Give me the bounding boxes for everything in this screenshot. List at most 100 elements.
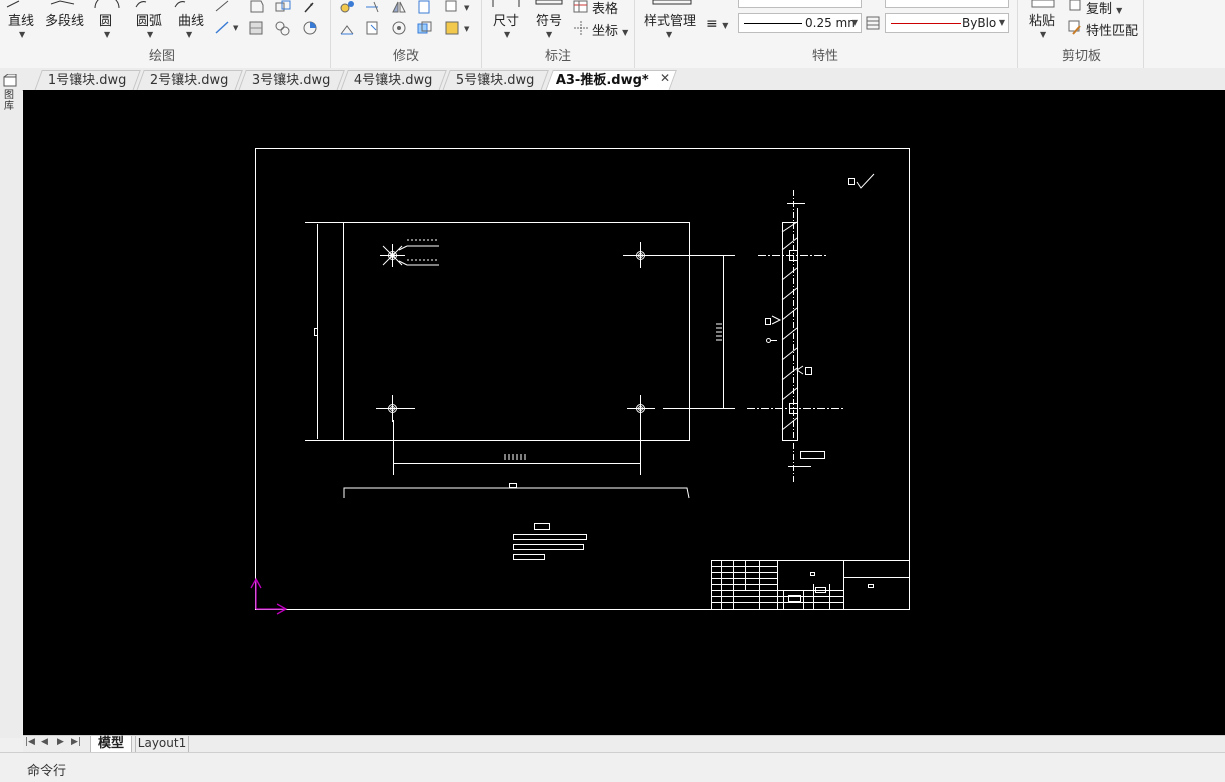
match-properties-button[interactable]: 特性匹配 (1086, 20, 1138, 39)
symbol-dropdown-caret[interactable]: ▼ (546, 30, 552, 39)
offset-icon[interactable] (339, 22, 357, 36)
close-tab-icon[interactable]: ✕ (660, 71, 670, 85)
scale-icon[interactable] (364, 20, 382, 36)
library-icon[interactable] (2, 74, 18, 88)
region-icon[interactable] (274, 0, 292, 14)
dimension-line (343, 487, 690, 499)
document-tab[interactable]: 2号镶块.dwg (136, 70, 243, 91)
tab-model[interactable]: 模型 (90, 736, 132, 753)
line-button[interactable]: 直线 (8, 10, 34, 29)
surface-finish-symbol (765, 315, 812, 375)
linetype-select-top[interactable] (738, 0, 862, 8)
group-separator (481, 0, 482, 68)
first-layout-nav-button[interactable]: |◀ (25, 737, 35, 747)
pick-point-icon[interactable] (301, 0, 317, 14)
dimension-text (504, 454, 526, 460)
library-panel-label[interactable]: 图库 (4, 90, 17, 112)
paste-button[interactable]: 粘贴 (1029, 10, 1055, 29)
command-line-label: 命令行 (27, 764, 67, 779)
curve-button[interactable]: 曲线 (178, 10, 204, 29)
dimension-text (314, 328, 318, 336)
copy-button[interactable]: 复制 ▼ (1086, 0, 1122, 17)
drawing-canvas[interactable] (23, 90, 1225, 735)
document-tab[interactable]: 3号镶块.dwg (238, 70, 345, 91)
hatch-icon[interactable] (248, 20, 266, 36)
dimension-button[interactable]: 尺寸 (493, 10, 519, 29)
coordinate-icon (574, 21, 588, 35)
style-manager-dropdown-caret[interactable]: ▼ (666, 30, 672, 39)
move-icon[interactable] (339, 0, 357, 16)
circle-dropdown-caret[interactable]: ▼ (104, 30, 110, 39)
clipboard-group-label: 剪切板 (1062, 49, 1102, 64)
polyline-icon (50, 0, 75, 5)
color-icon[interactable] (866, 16, 880, 30)
title-block (711, 560, 910, 610)
left-side-panel: 图库 (0, 68, 22, 738)
style-manager-button[interactable]: 样式管理 (644, 10, 696, 29)
arc-dropdown-caret[interactable]: ▼ (147, 30, 153, 39)
group-separator (1143, 0, 1144, 68)
mirror-icon[interactable] (391, 0, 407, 14)
arc-button[interactable]: 圆弧 (136, 10, 162, 29)
color-dropdown-caret: ▼ (998, 18, 1005, 27)
properties-group-label: 特性 (812, 49, 839, 64)
next-layout-nav-button[interactable]: ▶ (57, 737, 64, 747)
arc-icon (135, 1, 147, 8)
copy-icon (1069, 0, 1081, 11)
prev-layout-nav-button[interactable]: ◀ (41, 737, 48, 747)
circle-button[interactable]: 圆 (99, 10, 112, 29)
lineweight-select[interactable]: 0.25 mn ▼ (738, 13, 862, 33)
rectangle-icon[interactable] (248, 0, 266, 14)
modify-group-label: 修改 (393, 49, 420, 64)
coordinate-button[interactable]: 坐标 ▼ (592, 20, 628, 39)
table-button[interactable]: 表格 (592, 0, 618, 17)
rotate-icon[interactable] (391, 20, 409, 36)
document-tab[interactable]: 4号镶块.dwg (340, 70, 447, 91)
command-line-bar[interactable]: 命令行 (0, 752, 1225, 782)
paste-dropdown-caret[interactable]: ▼ (1040, 30, 1046, 39)
circle-icon (94, 0, 120, 8)
array-icon[interactable]: ▼ (444, 0, 474, 14)
wipeout-icon[interactable] (301, 20, 319, 36)
document-tab[interactable]: 1号镶块.dwg (34, 70, 141, 91)
tab-layout1[interactable]: Layout1 (135, 736, 189, 753)
hole-annotation (398, 239, 439, 266)
construction-line-icon[interactable] (214, 0, 232, 12)
color-sample-line (891, 23, 961, 24)
notes-line (513, 544, 584, 550)
notes-title (534, 523, 550, 530)
copy-object-icon[interactable] (416, 20, 434, 36)
ray-icon[interactable]: ▼ (214, 18, 240, 36)
linetype-icon[interactable]: ≡ ▼ (706, 16, 728, 32)
dimension-text (716, 323, 722, 341)
style-manager-icon (652, 0, 692, 5)
symbol-button[interactable]: 符号 (536, 10, 562, 29)
drawing-svg (250, 148, 910, 615)
document-tab-bar: 1号镶块.dwg 2号镶块.dwg 3号镶块.dwg 4号镶块.dwg 5号镶块… (0, 68, 1225, 91)
annotate-group-label: 标注 (545, 49, 572, 64)
last-layout-nav-button[interactable]: ▶| (71, 737, 81, 747)
document-tab[interactable]: 5号镶块.dwg (442, 70, 549, 91)
dimension-text (509, 483, 517, 488)
hole-center-mark (623, 242, 673, 268)
dimension-dropdown-caret[interactable]: ▼ (504, 30, 510, 39)
polyline-button[interactable]: 多段线 (45, 10, 84, 29)
lineweight-value: 0.25 mn (805, 16, 855, 30)
trim-icon[interactable] (364, 0, 382, 14)
sheet-border (255, 148, 910, 610)
stretch-icon[interactable] (416, 0, 434, 14)
boundary-icon[interactable] (274, 20, 292, 36)
color-select[interactable]: ByBlo ▼ (885, 13, 1009, 33)
group-separator (1017, 0, 1018, 68)
svg-text:▼: ▼ (233, 24, 239, 32)
hole-center-mark (627, 395, 655, 422)
paste-icon (1031, 0, 1055, 8)
group-separator (330, 0, 331, 68)
svg-text:▼: ▼ (464, 4, 470, 12)
document-tab-active[interactable]: A3-推板.dwg* (545, 70, 677, 91)
fillet-icon[interactable]: ▼ (444, 20, 474, 36)
symbol-icon (535, 0, 563, 5)
layer-select-top[interactable] (885, 0, 1009, 8)
line-dropdown-caret[interactable]: ▼ (19, 30, 25, 39)
curve-dropdown-caret[interactable]: ▼ (186, 30, 192, 39)
